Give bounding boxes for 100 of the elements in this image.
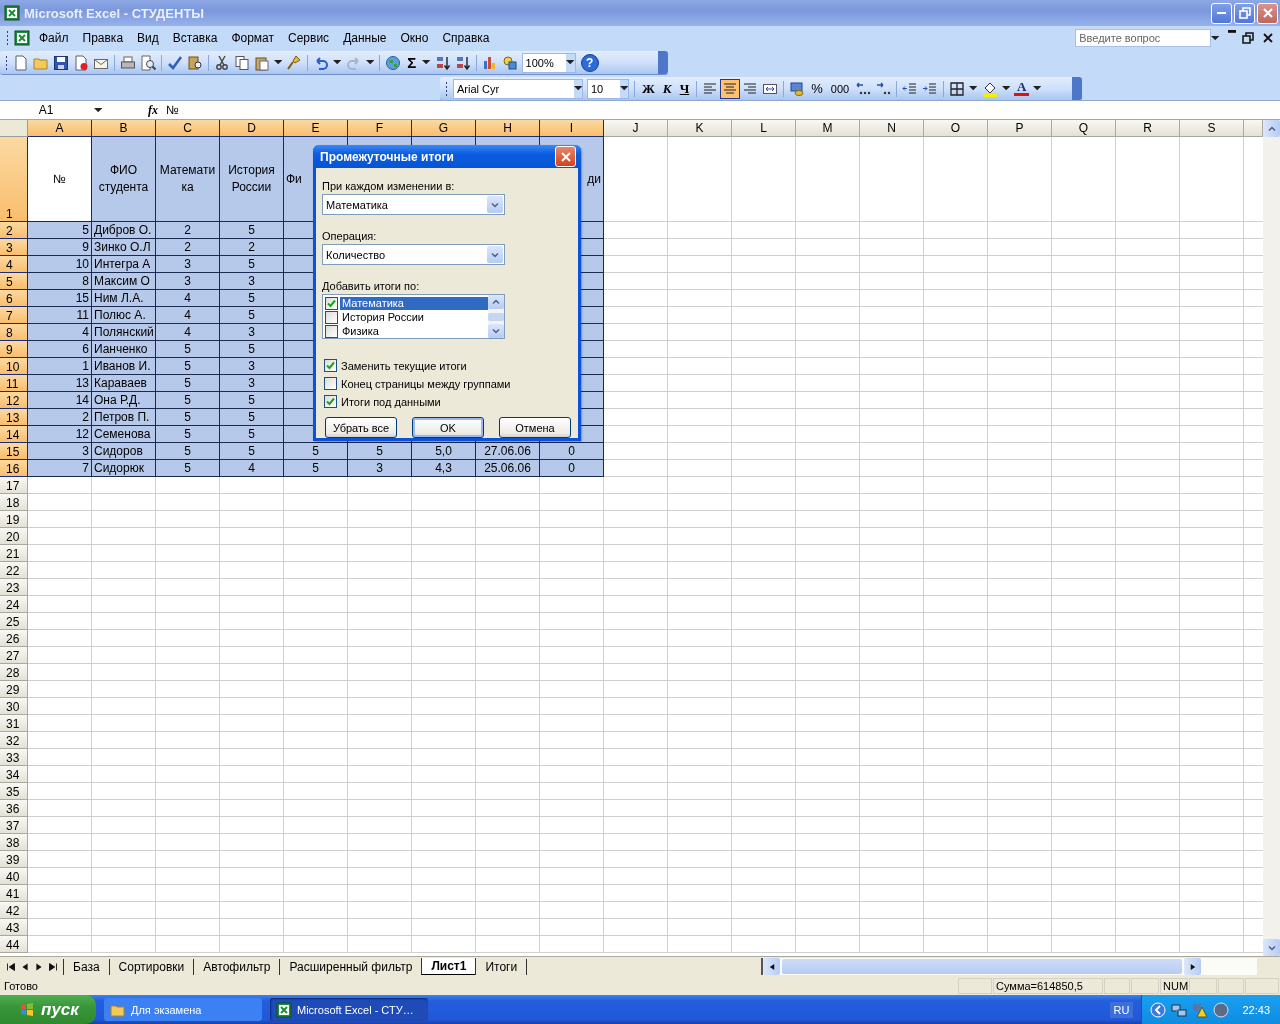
sort-icon[interactable] <box>454 54 471 71</box>
column-header[interactable]: E <box>284 120 348 137</box>
checkbox[interactable] <box>325 310 338 324</box>
column-header[interactable]: L <box>732 120 796 137</box>
row-header[interactable]: 22 <box>0 562 28 579</box>
row-header[interactable]: 7 <box>0 307 28 324</box>
menu-item[interactable]: Файл <box>32 29 76 47</box>
italic-button[interactable]: К <box>658 80 676 97</box>
column-header[interactable]: D <box>220 120 284 137</box>
checkbox[interactable] <box>325 296 338 310</box>
caret-icon[interactable] <box>422 60 431 65</box>
column-header[interactable]: N <box>860 120 924 137</box>
help-search-field[interactable]: Введите вопрос <box>1075 29 1212 47</box>
horizontal-scrollbar[interactable] <box>761 958 1257 975</box>
underline-button[interactable]: Ч <box>675 80 694 97</box>
column-header[interactable]: G <box>412 120 476 137</box>
column-header[interactable]: J <box>604 120 668 137</box>
toolbar-grip[interactable] <box>6 30 9 46</box>
borders-icon[interactable] <box>949 80 966 97</box>
list-item[interactable]: Физика <box>340 324 488 338</box>
function-dropdown[interactable]: Количество <box>322 244 505 265</box>
row-header[interactable]: 13 <box>0 409 28 426</box>
language-indicator[interactable]: RU <box>1109 1001 1134 1018</box>
column-header[interactable]: B <box>92 120 156 137</box>
row-header[interactable]: 28 <box>0 664 28 681</box>
row-header[interactable]: 20 <box>0 528 28 545</box>
checkbox-label[interactable]: Конец страницы между группами <box>341 377 511 390</box>
row-header[interactable]: 35 <box>0 783 28 800</box>
row-header[interactable]: 8 <box>0 324 28 341</box>
coins-icon[interactable] <box>789 80 806 97</box>
menu-item[interactable]: Данные <box>336 29 394 47</box>
formula-field[interactable]: № <box>166 103 1280 117</box>
row-header[interactable]: 15 <box>0 443 28 460</box>
sheet-tab[interactable]: База <box>63 958 110 975</box>
row-header[interactable]: 4 <box>0 256 28 273</box>
dialog-button[interactable]: Отмена <box>499 417 571 438</box>
shapes-icon[interactable] <box>501 54 518 71</box>
row-header[interactable]: 9 <box>0 341 28 358</box>
menu-item[interactable]: Формат <box>224 29 282 47</box>
undo-icon[interactable] <box>313 54 330 71</box>
checkbox-label[interactable]: Итоги под данными <box>341 395 441 408</box>
taskbar-button[interactable]: Microsoft Excel - СТУ… <box>270 998 428 1021</box>
scrollbar[interactable] <box>488 295 504 338</box>
row-header[interactable]: 27 <box>0 647 28 664</box>
group-by-dropdown[interactable]: Математика <box>322 194 505 215</box>
row-header[interactable]: 24 <box>0 596 28 613</box>
row-header[interactable]: 2 <box>0 222 28 239</box>
decrease-decimal-icon[interactable] <box>875 80 892 97</box>
row-header[interactable]: 31 <box>0 715 28 732</box>
row-header[interactable]: 17 <box>0 477 28 494</box>
checkbox-label[interactable]: Заменить текущие итоги <box>341 359 467 372</box>
row-header[interactable]: 26 <box>0 630 28 647</box>
bold-button[interactable]: Ж <box>638 80 659 97</box>
caret-icon[interactable] <box>1033 86 1042 91</box>
name-box[interactable]: A1 <box>0 103 92 117</box>
row-header[interactable]: 44 <box>0 936 28 953</box>
globe-icon[interactable] <box>385 54 402 71</box>
caret-icon[interactable] <box>365 60 375 65</box>
align-center-button[interactable] <box>720 78 741 99</box>
list-item[interactable]: История России <box>340 310 488 324</box>
row-header[interactable]: 10 <box>0 358 28 375</box>
column-header[interactable]: A <box>28 120 92 137</box>
row-header[interactable]: 42 <box>0 902 28 919</box>
column-header[interactable]: H <box>476 120 540 137</box>
row-header[interactable]: 25 <box>0 613 28 630</box>
row-header[interactable]: 16 <box>0 460 28 477</box>
list-item[interactable]: Математика <box>340 296 488 310</box>
sheet-tab[interactable]: Автофильтр <box>193 958 281 975</box>
document-stop-icon[interactable] <box>73 54 89 71</box>
row-header[interactable]: 6 <box>0 290 28 307</box>
row-header[interactable]: 40 <box>0 868 28 885</box>
menu-item[interactable]: Окно <box>393 29 436 47</box>
sheet-tab[interactable]: Сортировки <box>108 958 195 975</box>
row-header[interactable]: 23 <box>0 579 28 596</box>
row-header[interactable]: 19 <box>0 511 28 528</box>
insert-function-button[interactable]: fx <box>148 102 166 118</box>
row-header[interactable]: 5 <box>0 273 28 290</box>
disc-icon[interactable] <box>1213 1001 1230 1018</box>
print-preview-icon[interactable] <box>140 54 156 71</box>
row-header[interactable]: 11 <box>0 375 28 392</box>
zoom-dropdown[interactable]: 100% <box>521 52 576 73</box>
minimize-button[interactable] <box>1211 2 1232 24</box>
column-header[interactable]: P <box>988 120 1052 137</box>
chevron-left-icon[interactable] <box>1150 1001 1167 1018</box>
row-header[interactable]: 12 <box>0 392 28 409</box>
menu-item[interactable]: Правка <box>75 29 131 47</box>
warning-icon[interactable] <box>1192 1001 1209 1018</box>
row-header[interactable]: 1 <box>0 137 28 222</box>
column-header[interactable]: Q <box>1052 120 1116 137</box>
copy-icon[interactable] <box>234 54 250 71</box>
clipboard-icon[interactable] <box>254 54 270 71</box>
row-header[interactable]: 30 <box>0 698 28 715</box>
caret-icon[interactable] <box>333 60 342 65</box>
vertical-scrollbar[interactable] <box>1263 120 1280 956</box>
row-header[interactable]: 38 <box>0 834 28 851</box>
dialog-button[interactable]: Убрать все <box>325 417 397 438</box>
taskbar-button[interactable]: Для экзамена <box>104 998 262 1021</box>
increase-decimal-icon[interactable] <box>855 80 872 97</box>
outdent-icon[interactable] <box>902 80 919 97</box>
caret-icon[interactable] <box>1211 35 1220 41</box>
